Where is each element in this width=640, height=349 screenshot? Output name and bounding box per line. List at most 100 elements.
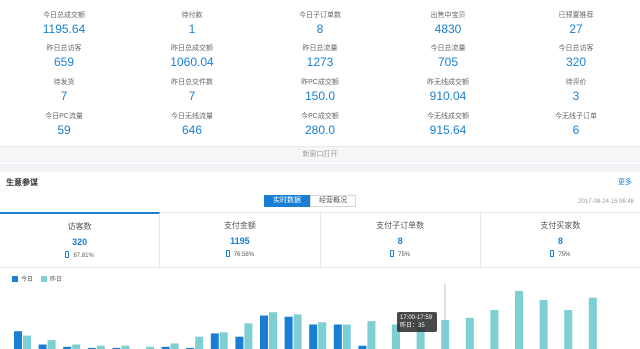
stat-item[interactable]: 今日PC流量 59 (0, 112, 128, 138)
open-new-window-link[interactable]: 新窗口打开 (0, 146, 640, 163)
stat-value: 646 (181, 123, 203, 137)
stat-item[interactable]: 今日总访客 320 (512, 44, 640, 70)
bar-yesterday-17[interactable] (441, 320, 450, 349)
bar-yesterday-6[interactable] (170, 343, 179, 349)
stat-label: 昨日总流量 (302, 45, 338, 52)
bar-yesterday-19[interactable] (490, 310, 499, 349)
kpi-payment-amount[interactable]: 支付金额 1195 76.58% (160, 213, 321, 267)
bar-today-1[interactable] (38, 344, 47, 349)
kpi-paid-suborders[interactable]: 支付子订单数 8 75% (321, 213, 481, 267)
bar-yesterday-7[interactable] (195, 336, 204, 349)
bar-yesterday-8[interactable] (219, 332, 228, 349)
stat-item[interactable]: 今无线成交额 915.64 (384, 112, 512, 138)
stat-label: 昨PC成交额 (301, 79, 339, 86)
stat-item[interactable]: 待评价 3 (512, 78, 640, 104)
stat-label: 昨日总成交额 (171, 45, 213, 52)
bar-yesterday-0[interactable] (23, 335, 31, 349)
bar-yesterday-2[interactable] (72, 344, 81, 349)
stat-label: 今日总流量 (430, 45, 466, 52)
kpi-paying-buyers[interactable]: 支付买家数 8 75% (481, 213, 640, 267)
bar-yesterday-22[interactable] (564, 310, 573, 349)
bar-yesterday-23[interactable] (588, 297, 597, 349)
stat-value: 915.64 (429, 123, 467, 137)
stat-item[interactable]: 昨日总访客 659 (0, 44, 128, 70)
tooltip-time: 17:00-17:59 (400, 315, 433, 321)
stat-label: 今日子订单数 (299, 12, 341, 19)
stat-value: 3 (572, 89, 580, 103)
section-separator (0, 164, 640, 172)
bar-today-8[interactable] (210, 333, 219, 349)
bar-yesterday-21[interactable] (539, 299, 548, 349)
hourly-bar-chart (14, 284, 597, 349)
bar-today-10[interactable] (260, 315, 268, 349)
business-advisor-panel: 生意参谋 更多 实时数据 经营概况 2017-08-24 15:06:46 访客… (0, 172, 640, 349)
stat-value: 8 (316, 22, 324, 36)
bar-yesterday-9[interactable] (244, 323, 253, 349)
kpi-mobile-share: 75% (481, 250, 640, 259)
mobile-icon (225, 250, 230, 257)
stat-item[interactable]: 今日总流量 705 (384, 44, 512, 70)
kpi-value: 8 (557, 236, 563, 246)
stat-item[interactable]: 昨日总成交额 1060.04 (128, 44, 256, 70)
bar-today-13[interactable] (333, 324, 342, 349)
stat-item[interactable]: 待付款 1 (128, 11, 256, 37)
kpi-value: 320 (72, 237, 88, 247)
kpi-visitors[interactable]: 访客数 320 87.81% (0, 212, 161, 267)
tab-business-overview[interactable]: 经营概况 (310, 195, 356, 207)
stat-value: 320 (565, 55, 587, 69)
stat-item[interactable]: 出售中宝贝 4830 (384, 11, 512, 37)
stat-value: 705 (437, 55, 459, 69)
stat-label: 待付款 (181, 12, 203, 19)
stat-item[interactable]: 昨PC成交额 150.0 (256, 78, 384, 104)
stat-item[interactable]: 今无线子订单 6 (512, 112, 640, 138)
update-timestamp: 2017-08-24 15:06:46 (578, 199, 634, 205)
kpi-mobile-share: 76.58% (160, 250, 319, 259)
bar-yesterday-14[interactable] (367, 321, 376, 349)
bar-yesterday-18[interactable] (465, 317, 474, 349)
legend-swatch (12, 275, 18, 282)
stat-label: 今日无线流量 (171, 113, 213, 120)
kpi-mobile-share: 87.81% (0, 251, 159, 260)
kpi-value: 1195 (230, 236, 250, 246)
chart-legend: 今日 昨日 (12, 274, 70, 283)
stat-item[interactable]: 今PC成交额 280.0 (256, 112, 384, 138)
mobile-icon (65, 251, 70, 258)
more-link[interactable]: 更多 (618, 177, 632, 187)
stat-value: 4830 (434, 22, 462, 36)
mobile-icon (390, 250, 395, 257)
bar-today-11[interactable] (284, 316, 293, 349)
stat-item[interactable]: 已预置推荐 27 (512, 11, 640, 37)
stat-item[interactable]: 今日总成交额 1195.64 (0, 11, 128, 37)
legend-yesterday[interactable]: 昨日 (41, 274, 62, 283)
stat-label: 今日PC流量 (45, 113, 83, 120)
bar-today-9[interactable] (235, 336, 244, 349)
bar-yesterday-11[interactable] (293, 314, 302, 349)
stat-item[interactable]: 昨日总流量 1273 (256, 44, 384, 70)
stat-label: 今无线子订单 (555, 113, 597, 120)
legend-today[interactable]: 今日 (12, 274, 33, 283)
stat-item[interactable]: 今日子订单数 8 (256, 11, 384, 37)
bar-today-0[interactable] (14, 331, 22, 349)
stat-label: 昨日总访客 (46, 45, 82, 52)
bar-yesterday-10[interactable] (269, 312, 277, 349)
stat-label: 已预置推荐 (558, 12, 594, 19)
stat-label: 今日总访客 (558, 45, 594, 52)
bar-today-12[interactable] (309, 324, 318, 349)
tab-realtime-data[interactable]: 实时数据 (264, 195, 310, 207)
kpi-mobile-share: 75% (321, 250, 480, 259)
mobile-icon (550, 250, 555, 257)
stat-value: 7 (188, 89, 196, 103)
stat-value: 1 (188, 22, 196, 36)
kpi-value: 8 (397, 236, 403, 246)
bar-yesterday-20[interactable] (515, 291, 523, 349)
stat-item[interactable]: 今日无线流量 646 (128, 112, 256, 138)
bar-yesterday-13[interactable] (342, 324, 351, 349)
stat-item[interactable]: 昨日总交件数 7 (128, 78, 256, 104)
kpi-label: 访客数 (67, 222, 92, 231)
bar-yesterday-1[interactable] (47, 340, 56, 349)
stat-item[interactable]: 待发货 7 (0, 78, 128, 104)
stat-item[interactable]: 昨无线成交额 910.04 (384, 78, 512, 104)
bar-yesterday-12[interactable] (318, 322, 327, 349)
panel-title: 生意参谋 (6, 178, 38, 187)
kpi-label: 支付买家数 (540, 221, 581, 230)
